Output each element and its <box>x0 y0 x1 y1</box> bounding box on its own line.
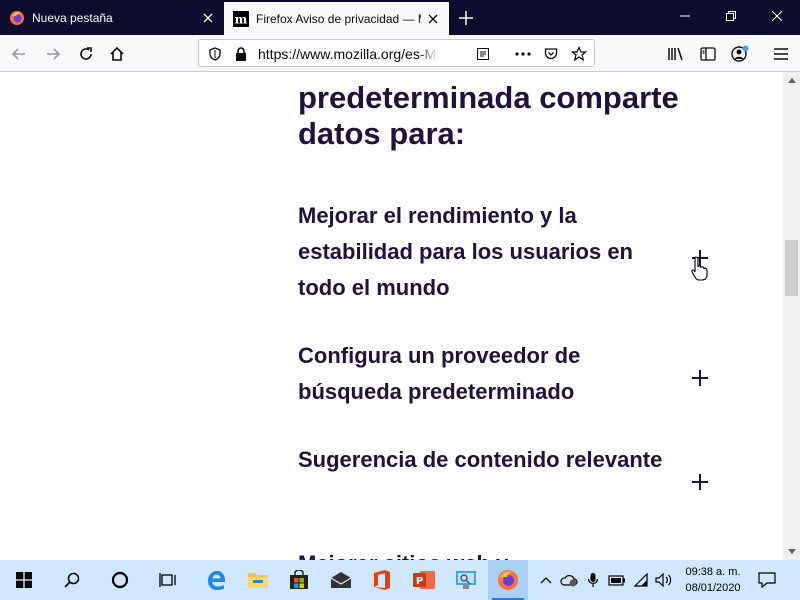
cortana-circle-icon <box>111 571 129 589</box>
mozilla-m-icon: m <box>233 10 249 27</box>
url-value: https://www.mozilla.org/es-MX/privacy/fi… <box>258 46 438 62</box>
reload-icon <box>80 47 92 60</box>
taskbar-mail[interactable] <box>321 560 361 600</box>
accordion-item-performance[interactable]: Mejorar el rendimiento y la estabilidad … <box>298 198 678 306</box>
library-button[interactable] <box>661 39 691 69</box>
firefox-icon <box>10 10 24 25</box>
menu-button[interactable] <box>766 39 796 69</box>
url-bar[interactable]: https://www.mozilla.org/es-MX/privacy/fi… <box>198 39 595 67</box>
clock-time: 09:38 a. m. <box>685 566 741 578</box>
store-bag-icon <box>290 570 308 589</box>
accordion-item-search-provider[interactable]: Configura un proveedor de búsqueda prede… <box>298 338 678 410</box>
forward-arrow-icon <box>47 48 61 60</box>
expand-plus-icon[interactable] <box>690 368 710 388</box>
microphone-icon[interactable] <box>584 570 602 590</box>
svg-text:P: P <box>416 576 423 587</box>
svg-text:m: m <box>235 12 248 26</box>
sidebar-icon <box>700 47 716 61</box>
remote-desktop-icon <box>456 571 476 589</box>
taskbar-file-explorer[interactable] <box>238 560 278 600</box>
taskbar-remote-desktop[interactable] <box>446 560 486 600</box>
cortana-button[interactable] <box>100 560 140 600</box>
windows-taskbar: P 09:38 a. m. 08/01/2020 <box>0 560 800 600</box>
tab-new-tab[interactable]: Nueva pestaña <box>0 0 224 35</box>
expand-plus-icon[interactable] <box>690 472 710 492</box>
account-icon <box>731 45 749 62</box>
search-button[interactable] <box>52 560 92 600</box>
hand-cursor-icon <box>691 256 708 281</box>
vertical-scrollbar[interactable] <box>783 72 800 560</box>
forward-button[interactable] <box>38 39 68 69</box>
tab-title: Firefox Aviso de privacidad — Mozilla <box>256 11 421 26</box>
close-window-button[interactable] <box>754 0 800 32</box>
close-tab-icon[interactable] <box>196 6 220 30</box>
plus-icon <box>459 11 473 25</box>
restore-button[interactable] <box>708 0 754 32</box>
new-tab-button[interactable] <box>452 4 480 32</box>
clock-date: 08/01/2020 <box>685 582 741 594</box>
wifi-icon[interactable] <box>632 570 650 590</box>
library-icon <box>668 47 683 61</box>
folder-icon <box>248 573 268 588</box>
tab-strip: Nueva pestaña m Firefox Aviso de privaci… <box>0 0 800 35</box>
back-arrow-icon <box>11 48 25 60</box>
page-actions-icon[interactable] <box>513 44 533 64</box>
reader-view-icon[interactable] <box>473 44 493 64</box>
windows-logo-icon <box>16 572 32 588</box>
account-button[interactable] <box>725 39 755 69</box>
powerpoint-icon: P <box>413 571 435 589</box>
tracking-protection-shield-icon[interactable] <box>205 44 225 64</box>
restore-icon <box>726 11 736 21</box>
start-button[interactable] <box>4 560 44 600</box>
tab-title: Nueva pestaña <box>32 10 113 25</box>
reload-button[interactable] <box>71 39 101 69</box>
bookmark-star-icon[interactable] <box>569 44 589 64</box>
scrollbar-thumb[interactable] <box>785 240 798 296</box>
scroll-up-arrow[interactable] <box>783 72 800 89</box>
task-view-button[interactable] <box>148 560 188 600</box>
system-clock[interactable]: 09:38 a. m. 08/01/2020 <box>678 564 748 596</box>
taskbar-firefox[interactable] <box>488 560 528 600</box>
taskbar-office[interactable] <box>362 560 402 600</box>
accordion-item-partial[interactable]: Mejorar sitios web y <box>298 546 678 560</box>
office-icon <box>374 570 390 590</box>
pocket-icon[interactable] <box>541 44 561 64</box>
volume-icon[interactable] <box>655 570 673 590</box>
section-heading: predeterminada comparte datos para: <box>298 80 679 151</box>
accordion-item-content-suggestion[interactable]: Sugerencia de contenido relevante <box>298 442 678 478</box>
task-view-icon <box>159 573 176 587</box>
home-button[interactable] <box>102 39 132 69</box>
taskbar-store[interactable] <box>279 560 319 600</box>
onedrive-icon[interactable] <box>560 570 578 590</box>
back-button[interactable] <box>4 39 34 69</box>
search-icon <box>64 572 80 588</box>
mail-icon <box>330 572 352 588</box>
minimize-icon <box>680 15 690 17</box>
edge-icon <box>208 571 225 590</box>
taskbar-powerpoint[interactable]: P <box>404 560 444 600</box>
sidebar-button[interactable] <box>693 39 723 69</box>
taskbar-edge[interactable] <box>196 560 236 600</box>
tab-privacy-notice[interactable]: m Firefox Aviso de privacidad — Mozilla <box>224 2 449 35</box>
navigation-toolbar: https://www.mozilla.org/es-MX/privacy/fi… <box>0 35 800 72</box>
notifications-icon[interactable] <box>757 570 777 590</box>
scroll-down-arrow[interactable] <box>783 543 800 560</box>
firefox-icon <box>498 570 518 590</box>
battery-icon[interactable] <box>608 570 626 590</box>
lock-icon[interactable] <box>231 44 251 64</box>
show-hidden-icons-chevron[interactable] <box>537 570 555 590</box>
hamburger-menu-icon <box>774 48 788 60</box>
minimize-button[interactable] <box>662 0 708 32</box>
close-icon <box>772 11 782 21</box>
close-tab-icon[interactable] <box>421 7 445 31</box>
page-content: predeterminada comparte datos para: Mejo… <box>0 72 783 560</box>
url-text[interactable]: https://www.mozilla.org/es-MX/privacy/fi… <box>258 46 438 62</box>
home-icon <box>110 46 124 61</box>
